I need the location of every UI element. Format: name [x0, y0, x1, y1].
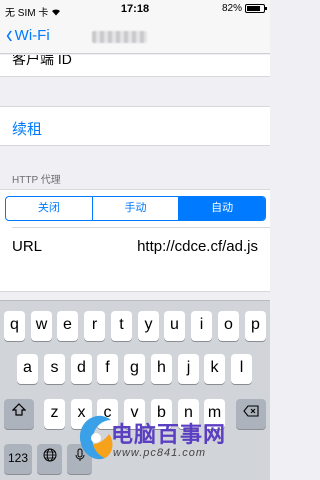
key-r[interactable]: r [84, 311, 105, 341]
key-k[interactable]: k [204, 354, 225, 384]
url-field[interactable]: http://cdce.cf/ad.js [137, 238, 258, 255]
globe-key[interactable] [37, 444, 62, 474]
proxy-option-off[interactable]: 关闭 [6, 197, 93, 220]
renew-lease-label: 续租 [12, 121, 43, 138]
key-l[interactable]: l [231, 354, 252, 384]
key-a[interactable]: a [17, 354, 38, 384]
globe-icon [43, 448, 56, 462]
client-id-label: 客户端 ID [12, 55, 72, 67]
chevron-left-icon: ‹ [6, 20, 13, 50]
back-label: Wi-Fi [14, 26, 50, 44]
key-t[interactable]: t [111, 311, 132, 341]
key-w[interactable]: w [31, 311, 52, 341]
key-f[interactable]: f [97, 354, 118, 384]
url-label: URL [12, 238, 43, 255]
numbers-key[interactable]: 123 [4, 444, 32, 474]
key-u[interactable]: u [164, 311, 185, 341]
key-q[interactable]: q [4, 311, 25, 341]
client-id-row[interactable]: 客户端 ID [0, 55, 270, 77]
back-button[interactable]: ‹ Wi-Fi [6, 20, 50, 50]
status-bar: 无 SIM 卡 17:18 82% [0, 0, 270, 19]
watermark: 电脑百事网 www.pc841.com [75, 412, 265, 472]
proxy-mode-segmented-control[interactable]: 关闭 手动 自动 [5, 196, 266, 221]
battery-percent: 82% [221, 3, 242, 14]
shift-icon [11, 403, 27, 416]
key-s[interactable]: s [44, 354, 65, 384]
navigation-bar: ‹ Wi-Fi [0, 18, 270, 54]
key-j[interactable]: j [178, 354, 199, 384]
watermark-domain: www.pc841.com [113, 447, 207, 459]
key-z[interactable]: z [44, 399, 65, 429]
shift-key[interactable] [4, 399, 34, 429]
watermark-brand: 电脑百事网 [111, 422, 227, 447]
key-e[interactable]: e [57, 311, 78, 341]
http-proxy-group: 关闭 手动 自动 URL http://cdce.cf/ad.js [0, 189, 270, 292]
key-i[interactable]: i [191, 311, 212, 341]
watermark-logo-icon [79, 415, 113, 460]
battery-icon [245, 4, 267, 13]
key-p[interactable]: p [245, 311, 266, 341]
key-g[interactable]: g [124, 354, 145, 384]
key-d[interactable]: d [71, 354, 92, 384]
renew-lease-button[interactable]: 续租 [0, 106, 270, 146]
proxy-option-manual[interactable]: 手动 [93, 197, 180, 220]
battery-indicator: 82% [221, 3, 267, 14]
key-o[interactable]: o [218, 311, 239, 341]
key-y[interactable]: y [138, 311, 159, 341]
key-h[interactable]: h [151, 354, 172, 384]
divider [12, 227, 270, 228]
network-name-blurred [92, 31, 147, 43]
http-proxy-header: HTTP 代理 [12, 175, 61, 186]
proxy-option-auto[interactable]: 自动 [179, 197, 265, 220]
